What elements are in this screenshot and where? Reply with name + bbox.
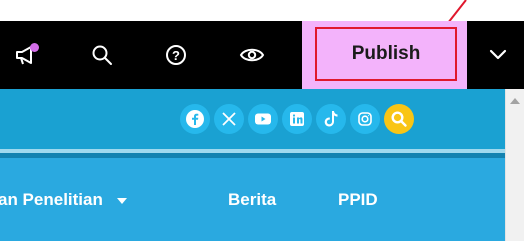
search-icon[interactable]: [384, 104, 414, 134]
tiktok-icon[interactable]: [316, 104, 346, 134]
instagram-icon[interactable]: [350, 104, 380, 134]
chevron-down-icon: [489, 49, 507, 60]
search-icon[interactable]: [86, 39, 118, 71]
nav-item-label: Berita: [228, 190, 277, 209]
facebook-icon[interactable]: [180, 104, 210, 134]
vertical-scrollbar[interactable]: [505, 89, 524, 241]
nav-item-berita[interactable]: Berita: [228, 188, 276, 212]
site-preview: an Penelitian Berita PPID: [0, 89, 505, 241]
editor-toolbar: ? Publish: [0, 21, 524, 89]
main-nav: an Penelitian Berita PPID: [0, 158, 505, 241]
svg-text:?: ?: [172, 48, 180, 63]
notification-dot: [30, 43, 39, 52]
preview-eye-icon[interactable]: [236, 39, 268, 71]
x-twitter-icon[interactable]: [214, 104, 244, 134]
youtube-icon[interactable]: [248, 104, 278, 134]
help-icon[interactable]: ?: [160, 39, 192, 71]
nav-item-label: PPID: [338, 190, 378, 209]
more-options-button[interactable]: [472, 21, 524, 89]
social-bar: [0, 89, 505, 149]
publish-zone: Publish: [302, 21, 467, 89]
scroll-up-arrow-icon[interactable]: [510, 98, 520, 104]
nav-item-penelitian[interactable]: an Penelitian: [0, 188, 128, 212]
caret-down-icon: [116, 197, 127, 204]
megaphone-icon[interactable]: [10, 39, 42, 71]
nav-item-ppid[interactable]: PPID: [338, 188, 378, 212]
nav-item-label: an Penelitian: [0, 190, 103, 209]
publish-button[interactable]: Publish: [315, 27, 457, 81]
linkedin-icon[interactable]: [282, 104, 312, 134]
